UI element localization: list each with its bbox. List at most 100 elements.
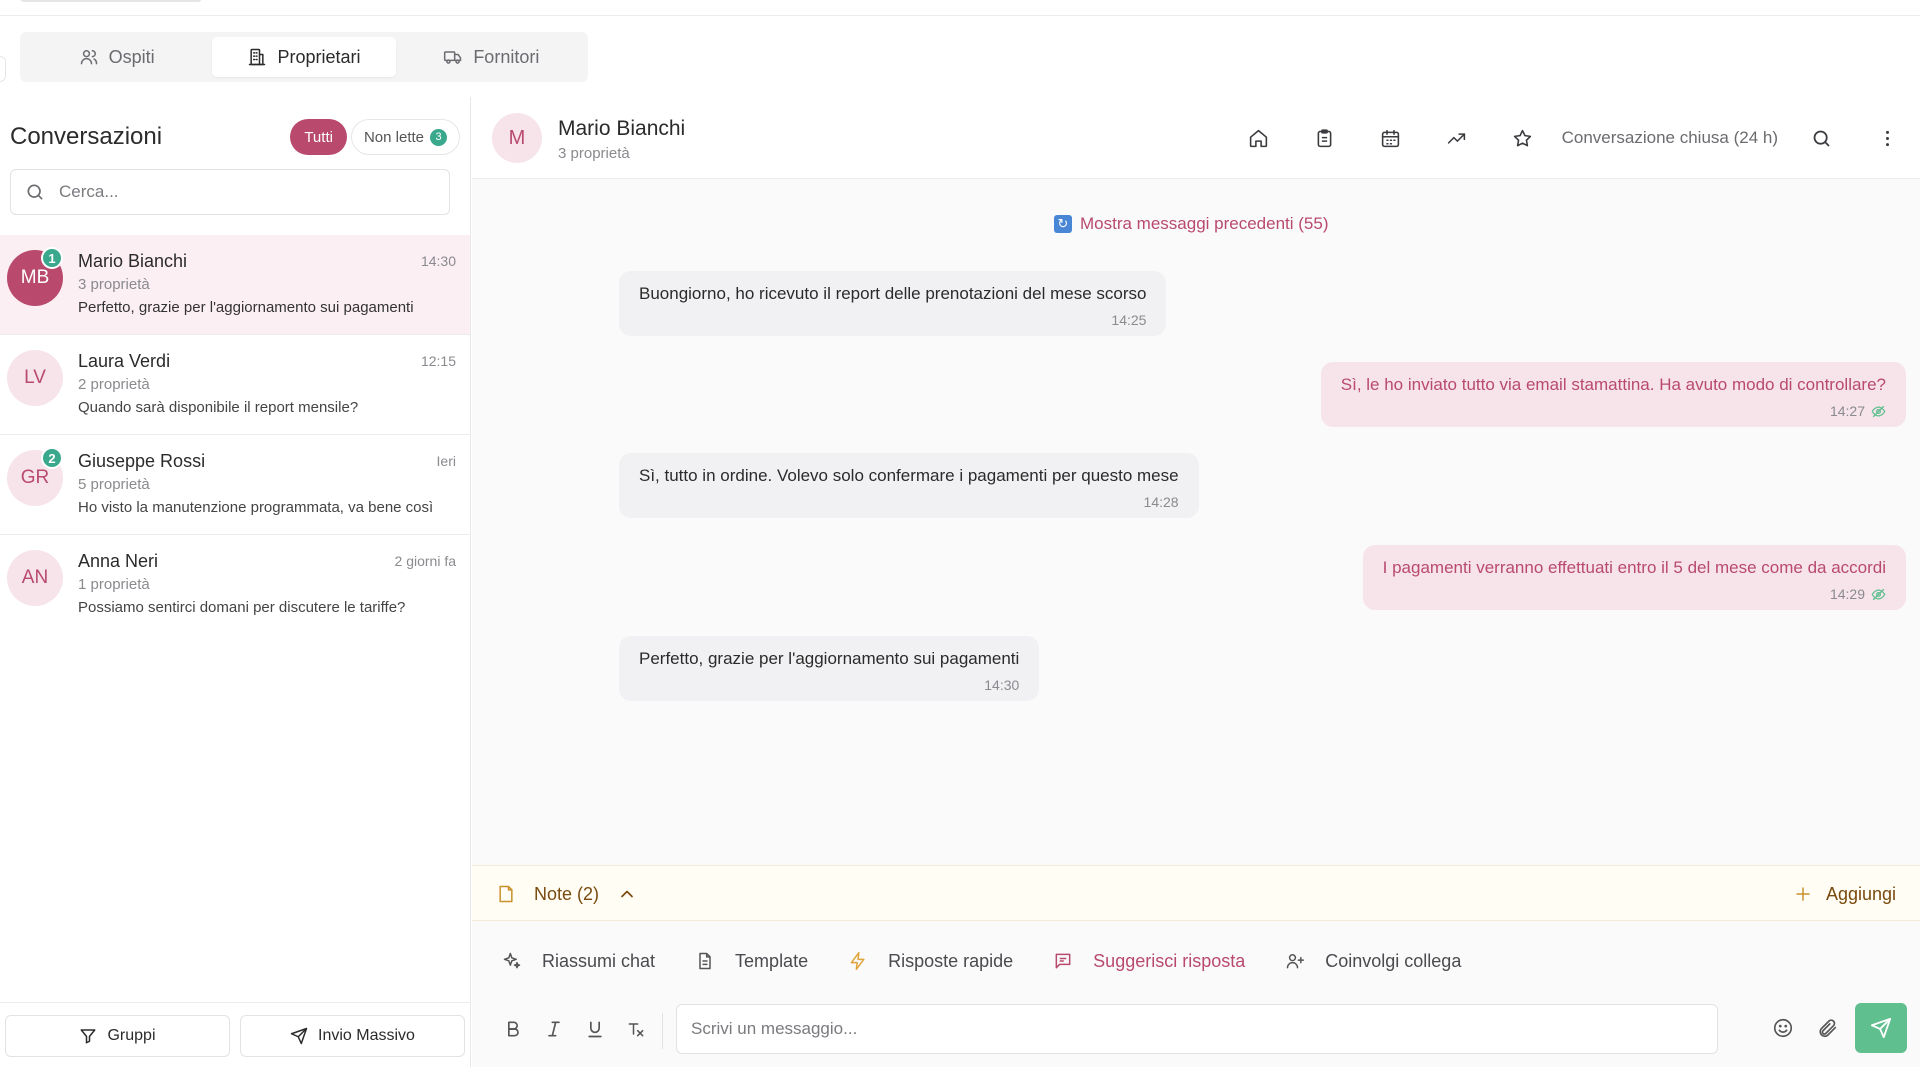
message-text: Buongiorno, ho ricevuto il report delle … bbox=[639, 284, 1147, 303]
tab-proprietari[interactable]: Proprietari bbox=[212, 37, 396, 77]
add-note-button[interactable]: Aggiungi bbox=[1794, 866, 1896, 922]
top-strip bbox=[0, 0, 1920, 16]
sidebar-title: Conversazioni bbox=[10, 123, 163, 150]
avatar: M bbox=[492, 113, 542, 163]
refresh-icon: ↻ bbox=[1054, 215, 1072, 233]
message-incoming: Perfetto, grazie per l'aggiornamento sui… bbox=[619, 636, 1040, 701]
message-text: Perfetto, grazie per l'aggiornamento sui… bbox=[639, 649, 1020, 668]
send-icon bbox=[1870, 1017, 1892, 1039]
conversation-item[interactable]: LV Laura Verdi 12:15 2 proprietà Quando … bbox=[0, 335, 470, 435]
message-composer bbox=[472, 997, 1920, 1067]
calendar-icon[interactable] bbox=[1358, 97, 1424, 179]
chat-header: M Mario Bianchi 3 proprietà Conversazion… bbox=[472, 97, 1920, 179]
filter-icon bbox=[79, 1027, 97, 1045]
template-button[interactable]: Template bbox=[695, 951, 808, 972]
note-icon bbox=[496, 884, 516, 904]
groups-label: Gruppi bbox=[107, 1027, 156, 1044]
chat-contact-name: Mario Bianchi bbox=[558, 117, 686, 140]
conversation-status: Conversazione chiusa (24 h) bbox=[1561, 128, 1778, 147]
conversation-item[interactable]: MB 1 Mario Bianchi 14:30 3 proprietà Per… bbox=[0, 235, 470, 335]
message-time: 14:30 bbox=[984, 677, 1020, 693]
message-outgoing: Sì, le ho inviato tutto via email stamat… bbox=[1320, 362, 1906, 427]
plus-icon bbox=[1794, 885, 1812, 903]
lightning-icon bbox=[848, 951, 868, 971]
bold-icon[interactable] bbox=[502, 1017, 523, 1041]
underline-icon[interactable] bbox=[584, 1017, 605, 1041]
conversation-subtitle: 1 proprietà bbox=[78, 576, 150, 593]
top-nub bbox=[20, 0, 202, 2]
conversation-item[interactable]: GR 2 Giuseppe Rossi Ieri 5 proprietà Ho … bbox=[0, 435, 470, 535]
chat-contact-subtitle: 3 proprietà bbox=[558, 145, 630, 162]
avatar: LV bbox=[7, 350, 63, 406]
bulk-send-button[interactable]: Invio Massivo bbox=[240, 1015, 465, 1057]
load-previous-messages[interactable]: ↻ Mostra messaggi precedenti (55) bbox=[1054, 214, 1329, 234]
format-controls bbox=[502, 1017, 646, 1041]
emoji-icon[interactable] bbox=[1772, 1017, 1796, 1041]
sidebar-collapse-handle[interactable] bbox=[0, 56, 6, 82]
load-previous-label: Mostra messaggi precedenti (55) bbox=[1080, 214, 1329, 233]
message-text: I pagamenti verranno effettuati entro il… bbox=[1382, 558, 1886, 577]
more-vertical-icon[interactable] bbox=[1854, 97, 1920, 179]
conversation-preview: Perfetto, grazie per l'aggiornamento sui… bbox=[78, 299, 414, 316]
divider bbox=[662, 1013, 663, 1049]
filter-all-button[interactable]: Tutti bbox=[290, 119, 347, 155]
groups-button[interactable]: Gruppi bbox=[5, 1015, 230, 1057]
conversation-filters: Tutti Non lette 3 bbox=[290, 119, 460, 155]
summarize-chat-button[interactable]: Riassumi chat bbox=[502, 951, 655, 972]
sidebar-footer: Gruppi Invio Massivo bbox=[0, 1002, 470, 1067]
involve-colleague-label: Coinvolgi collega bbox=[1325, 950, 1462, 971]
conversation-time: 12:15 bbox=[420, 353, 456, 369]
message-time: 14:28 bbox=[1143, 494, 1179, 510]
conversation-subtitle: 5 proprietà bbox=[78, 476, 150, 493]
paperclip-icon[interactable] bbox=[1817, 1017, 1841, 1041]
tab-label: Fornitori bbox=[473, 46, 540, 67]
assist-toolbar: Riassumi chat Template Risposte rapide S… bbox=[502, 935, 1461, 987]
tab-label: Proprietari bbox=[277, 46, 361, 67]
filter-unread-button[interactable]: Non lette 3 bbox=[350, 119, 460, 155]
send-icon bbox=[290, 1027, 308, 1045]
conversation-preview: Quando sarà disponibile il report mensil… bbox=[78, 399, 359, 416]
suggest-reply-button[interactable]: Suggerisci risposta bbox=[1053, 951, 1245, 972]
avatar: AN bbox=[7, 550, 63, 606]
unread-badge: 1 bbox=[41, 247, 63, 269]
involve-colleague-button[interactable]: Coinvolgi collega bbox=[1285, 951, 1461, 972]
conversation-name: Mario Bianchi bbox=[78, 251, 188, 271]
truck-icon bbox=[443, 47, 463, 67]
sidebar-header: Conversazioni Tutti Non lette 3 bbox=[10, 117, 460, 157]
add-note-label: Aggiungi bbox=[1825, 883, 1896, 904]
conversation-preview: Possiamo sentirci domani per discutere l… bbox=[78, 599, 406, 616]
italic-icon[interactable] bbox=[543, 1017, 564, 1041]
notes-label: Note (2) bbox=[534, 883, 600, 904]
message-time: 14:25 bbox=[1111, 312, 1147, 328]
quick-replies-button[interactable]: Risposte rapide bbox=[848, 951, 1013, 972]
suggest-reply-label: Suggerisci risposta bbox=[1093, 950, 1246, 971]
conversation-item[interactable]: AN Anna Neri 2 giorni fa 1 proprietà Pos… bbox=[0, 535, 470, 635]
tab-fornitori[interactable]: Fornitori bbox=[400, 37, 583, 77]
message-text: Sì, tutto in ordine. Volevo solo conferm… bbox=[639, 466, 1179, 485]
quick-replies-label: Risposte rapide bbox=[888, 950, 1014, 971]
home-icon[interactable] bbox=[1226, 97, 1292, 179]
message-input[interactable] bbox=[676, 1004, 1718, 1054]
search-input[interactable] bbox=[59, 182, 419, 202]
message-text: Sì, le ho inviato tutto via email stamat… bbox=[1340, 375, 1886, 394]
unread-count-badge: 3 bbox=[430, 128, 447, 146]
clipboard-icon[interactable] bbox=[1292, 97, 1358, 179]
message-square-icon bbox=[1053, 951, 1073, 971]
clear-format-icon[interactable] bbox=[625, 1017, 646, 1041]
send-button[interactable] bbox=[1855, 1003, 1907, 1053]
tab-ospiti[interactable]: Ospiti bbox=[25, 37, 208, 77]
notes-toggle[interactable]: Note (2) bbox=[496, 866, 637, 922]
star-icon[interactable] bbox=[1490, 97, 1556, 179]
building-icon bbox=[247, 47, 267, 67]
bulk-send-label: Invio Massivo bbox=[318, 1027, 415, 1044]
read-status-icon bbox=[1871, 587, 1886, 602]
search-icon[interactable] bbox=[1788, 97, 1854, 179]
trending-up-icon[interactable] bbox=[1424, 97, 1490, 179]
document-icon bbox=[695, 951, 715, 971]
message-time: 14:27 bbox=[1829, 403, 1865, 419]
conversation-time: 2 giorni fa bbox=[394, 553, 456, 569]
category-tabs: Ospiti Proprietari Fornitori bbox=[20, 32, 588, 82]
read-status-icon bbox=[1871, 404, 1886, 419]
message-time: 14:29 bbox=[1829, 586, 1865, 602]
summarize-label: Riassumi chat bbox=[542, 950, 656, 971]
